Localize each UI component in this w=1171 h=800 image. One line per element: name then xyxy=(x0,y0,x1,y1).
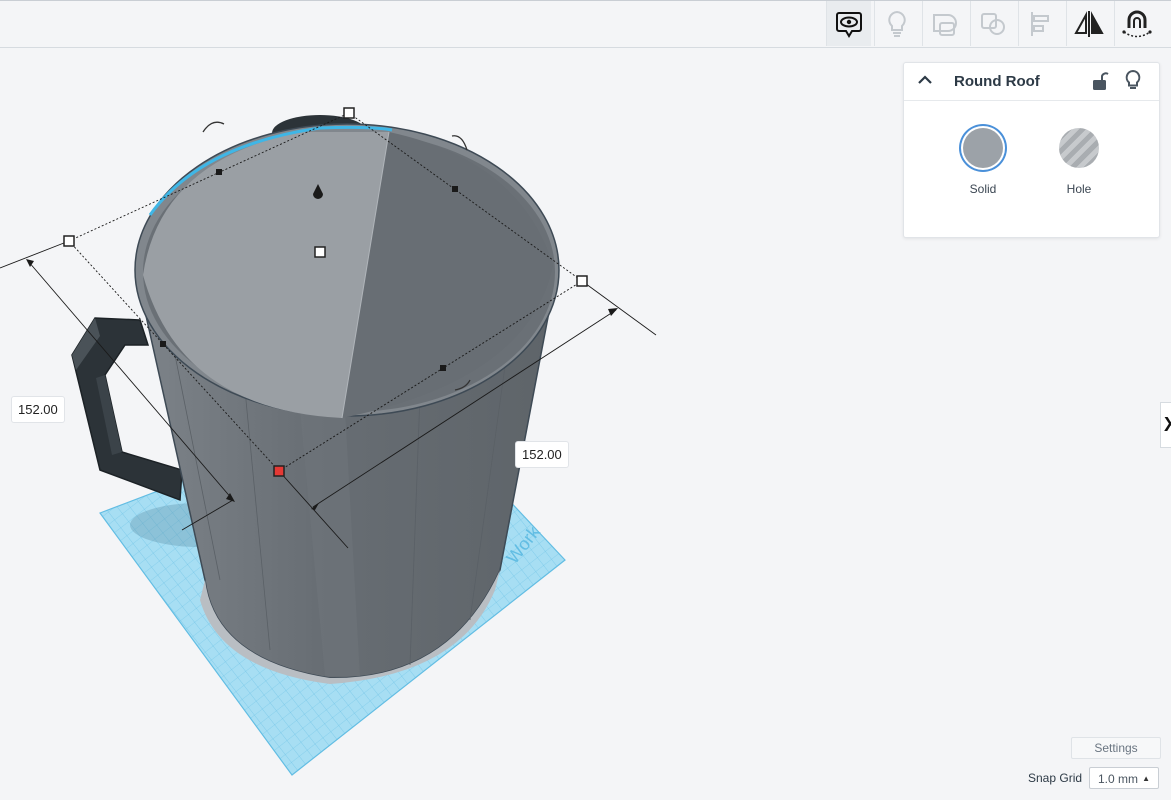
hole-label: Hole xyxy=(1066,182,1092,196)
ungroup-button[interactable] xyxy=(970,1,1015,46)
dimension-left-label[interactable]: 152.00 xyxy=(12,397,64,422)
handle-right[interactable] xyxy=(576,275,588,287)
shape-panel-title: Round Roof xyxy=(954,73,1040,90)
cruise-magnet-button[interactable] xyxy=(1114,1,1159,46)
top-toolbar xyxy=(0,0,1171,48)
show-hide-icon xyxy=(836,11,862,38)
hole-swatch[interactable] xyxy=(1059,128,1099,168)
handle-mid-4[interactable] xyxy=(440,365,446,371)
solid-label: Solid xyxy=(969,182,997,196)
handle-mid-3[interactable] xyxy=(160,341,166,347)
shape-panel: Round Roof Solid Hole xyxy=(903,62,1160,238)
group-button[interactable] xyxy=(922,1,967,46)
hole-option[interactable]: Hole xyxy=(1049,128,1109,196)
solid-swatch[interactable] xyxy=(963,128,1003,168)
snap-grid-value: 1.0 mm xyxy=(1098,772,1139,786)
lightbulb-icon[interactable] xyxy=(1124,69,1142,93)
handle-top-center[interactable] xyxy=(314,246,326,258)
side-panel-tab[interactable]: X xyxy=(1160,402,1171,448)
rotate-arrow-left-icon[interactable] xyxy=(202,121,225,133)
mirror-button[interactable] xyxy=(1066,1,1111,46)
mirror-icon xyxy=(1074,10,1104,37)
snap-grid-label: Snap Grid xyxy=(1028,771,1083,785)
lightbulb-button[interactable] xyxy=(874,1,919,46)
group-icon xyxy=(933,13,957,36)
handle-mid-2[interactable] xyxy=(452,186,458,192)
align-button[interactable] xyxy=(1018,1,1063,46)
solid-option[interactable]: Solid xyxy=(953,128,1013,196)
handle-back[interactable] xyxy=(343,107,355,119)
align-icon xyxy=(1031,11,1049,36)
lightbulb-icon xyxy=(888,10,906,37)
settings-button[interactable]: Settings xyxy=(1071,737,1161,759)
dimension-right-label[interactable]: 152.00 xyxy=(516,442,568,467)
handle-left[interactable] xyxy=(63,235,75,247)
show-hide-button[interactable] xyxy=(826,1,871,46)
handle-mid-1[interactable] xyxy=(216,169,222,175)
snap-grid-select[interactable]: 1.0 mm ▲ xyxy=(1089,767,1159,789)
shape-panel-header: Round Roof xyxy=(904,63,1159,101)
handle-front-corner[interactable] xyxy=(273,465,285,477)
caret-up-icon: ▲ xyxy=(1142,774,1150,783)
cruise-magnet-icon xyxy=(1122,10,1152,37)
collapse-chevron-icon[interactable] xyxy=(917,74,933,86)
unlock-icon[interactable] xyxy=(1091,70,1109,92)
ungroup-icon xyxy=(981,12,1005,35)
